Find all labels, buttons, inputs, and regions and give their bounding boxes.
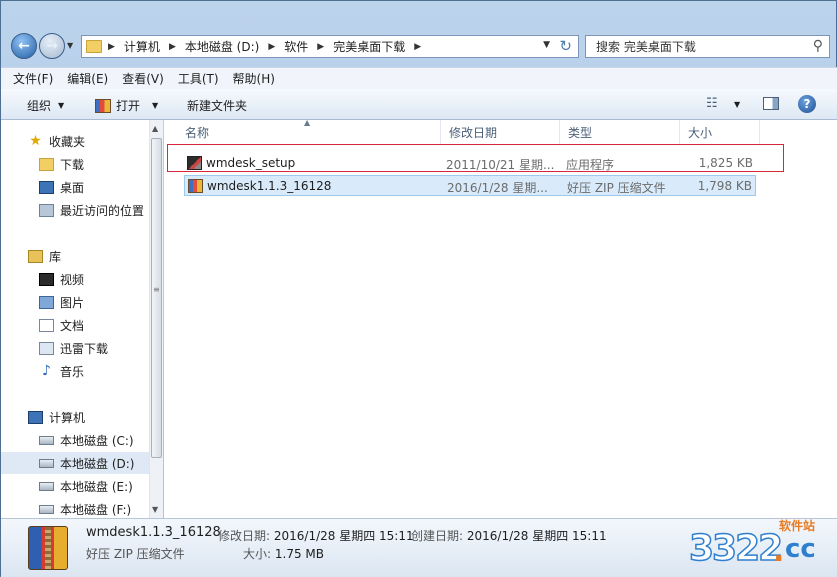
scroll-down-icon[interactable]: ▼ [152,505,158,514]
preview-pane-icon[interactable] [763,97,779,110]
breadcrumb-current-folder[interactable]: 完美桌面下载 [333,38,405,55]
file-list: ▲ 名称 修改日期 类型 大小 wmdesk_setup 2011/10/21 … [164,118,837,518]
breadcrumb-drive-d[interactable]: 本地磁盘 (D:) [185,38,259,55]
annotation-highlight-box [167,144,784,172]
nav-drive-f[interactable]: 本地磁盘 (F:) [1,498,149,520]
nav-drive-d[interactable]: 本地磁盘 (D:) [1,452,149,474]
menu-file[interactable]: 文件(F) [13,70,53,87]
details-file-type: 好压 ZIP 压缩文件 [86,547,185,561]
drive-icon [39,504,54,514]
computer-icon [28,410,43,424]
nav-drive-c[interactable]: 本地磁盘 (C:) [1,429,149,451]
menu-tools[interactable]: 工具(T) [178,70,219,87]
address-bar[interactable]: ▶ 计算机 ▶ 本地磁盘 (D:) ▶ 软件 ▶ 完美桌面下载 ▶ ▼ ↻ [81,35,579,58]
drive-icon [39,481,54,491]
search-placeholder: 搜索 完美桌面下载 [596,40,696,54]
chevron-down-icon: ▼ [58,101,65,110]
zip-archive-icon [188,179,203,193]
explorer-window: ← → ▼ ▶ 计算机 ▶ 本地磁盘 (D:) ▶ 软件 ▶ 完美桌面下载 ▶ … [0,0,837,577]
nav-desktop[interactable]: 桌面 [1,176,149,198]
scrollbar-thumb[interactable] [151,138,162,458]
recent-places-icon [39,203,54,217]
haozip-icon [95,98,111,113]
back-button[interactable]: ← [11,33,37,59]
details-size: 大小: 1.75 MB [243,547,324,561]
chevron-down-icon: ▼ [152,101,159,110]
command-bar: 组织 ▼ 打开 ▼ 新建文件夹 ☷ ▼ ? [1,89,837,120]
site-watermark-logo: 软件站 3322 . cc [688,519,816,570]
nav-pictures[interactable]: 图片 [1,291,149,313]
search-input[interactable]: 搜索 完美桌面下载 ⚲ [585,35,830,58]
folder-icon [86,40,102,53]
nav-documents[interactable]: 文档 [1,314,149,336]
nav-thunder-downloads[interactable]: 迅雷下载 [1,337,149,359]
column-type[interactable]: 类型 [560,120,680,144]
search-icon[interactable]: ⚲ [813,38,823,54]
refresh-icon[interactable]: ↻ [559,37,572,55]
new-folder-button[interactable]: 新建文件夹 [187,97,247,114]
scroll-up-icon[interactable]: ▲ [152,124,158,133]
column-name[interactable]: 名称 [177,120,441,144]
nav-downloads[interactable]: 下载 [1,153,149,175]
column-modified[interactable]: 修改日期 [441,120,560,144]
nav-music[interactable]: ♪ 音乐 [1,360,149,382]
nav-scrollbar[interactable]: ▲ ≡ ▼ [149,120,163,518]
chevron-right-icon[interactable]: ▶ [108,42,115,52]
open-button[interactable]: 打开 ▼ [95,97,158,114]
drive-icon [39,458,54,468]
organize-button[interactable]: 组织 ▼ [27,97,64,114]
arrow-right-icon: → [46,38,58,54]
menu-edit[interactable]: 编辑(E) [67,70,108,87]
nav-libraries[interactable]: 库 [1,245,149,267]
address-row: ← → ▼ ▶ 计算机 ▶ 本地磁盘 (D:) ▶ 软件 ▶ 完美桌面下载 ▶ … [1,29,837,65]
forward-button[interactable]: → [39,33,65,59]
nav-recent-places[interactable]: 最近访问的位置 [1,199,149,221]
chevron-right-icon[interactable]: ▶ [169,42,176,52]
downloads-folder-icon [39,157,54,171]
library-icon [28,249,43,263]
star-icon: ★ [29,133,42,149]
file-row[interactable]: wmdesk1.1.3_16128 2016/1/28 星期... 好压 ZIP… [184,175,756,196]
desktop-icon [39,180,54,194]
column-size[interactable]: 大小 [680,120,760,144]
details-file-name: wmdesk1.1.3_16128 [86,525,221,540]
chevron-right-icon[interactable]: ▶ [268,42,275,52]
music-icon: ♪ [42,363,51,379]
zip-archive-icon [28,526,68,570]
grip-icon: ≡ [153,285,160,294]
arrow-left-icon: ← [18,38,30,54]
address-dropdown-icon[interactable]: ▼ [543,40,550,50]
menu-bar: 文件(F) 编辑(E) 查看(V) 工具(T) 帮助(H) [1,67,837,89]
menu-view[interactable]: 查看(V) [122,70,164,87]
nav-favorites[interactable]: ★ 收藏夹 [1,130,149,152]
document-icon [39,318,54,332]
system-drive-icon [39,435,54,445]
navigation-pane: ★ 收藏夹 下载 桌面 最近访问的位置 库 视频 图片 文档 迅雷下载 ♪ 音乐… [1,120,163,518]
details-modified: 修改日期: 2016/1/28 星期四 15:11 [218,529,414,543]
nav-drive-e[interactable]: 本地磁盘 (E:) [1,475,149,497]
nav-computer[interactable]: 计算机 [1,406,149,428]
help-icon[interactable]: ? [798,95,816,113]
breadcrumb-computer[interactable]: 计算机 [124,38,160,55]
breadcrumb-software[interactable]: 软件 [284,38,308,55]
view-options-icon[interactable]: ☷ [706,96,718,111]
picture-icon [39,295,54,309]
chevron-right-icon[interactable]: ▶ [317,42,324,52]
recent-pages-dropdown-icon[interactable]: ▼ [67,41,73,50]
video-icon [39,272,54,286]
thunder-folder-icon [39,341,54,355]
nav-videos[interactable]: 视频 [1,268,149,290]
chevron-down-icon[interactable]: ▼ [734,100,740,109]
details-created: 创建日期: 2016/1/28 星期四 15:11 [411,529,607,543]
chevron-right-icon[interactable]: ▶ [414,42,421,52]
menu-help[interactable]: 帮助(H) [233,70,275,87]
